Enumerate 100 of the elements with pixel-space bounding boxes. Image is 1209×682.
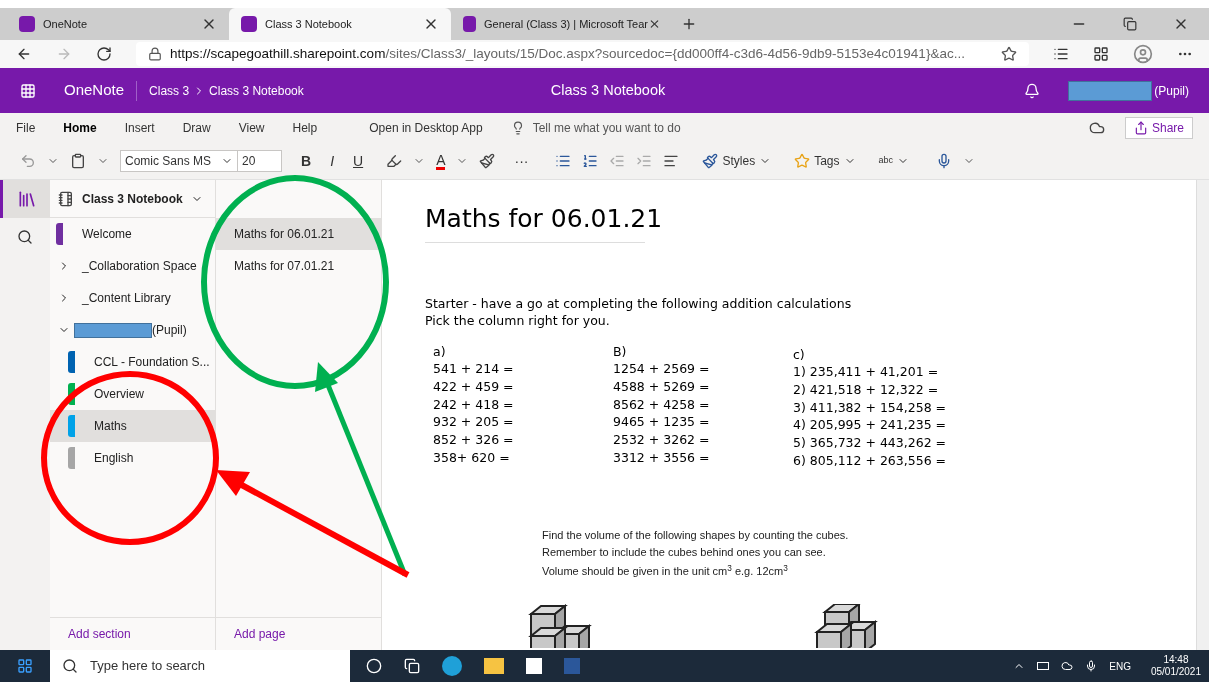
sum-text: 4588 + 5269 = <box>613 377 711 396</box>
sum-text: 2) 421,518 + 12,322 = <box>793 380 940 399</box>
column-heading: a) <box>433 342 447 361</box>
undo-icon <box>20 153 36 169</box>
bold-button[interactable]: B <box>301 150 312 172</box>
share-icon <box>1133 121 1148 135</box>
app-logo-icon <box>241 16 257 32</box>
section-item[interactable]: CCL - Foundation S... <box>50 346 215 378</box>
bell-icon <box>1024 82 1041 99</box>
section-item[interactable]: Welcome <box>50 218 215 250</box>
search-placeholder: Type here to search <box>90 657 205 676</box>
section-group[interactable]: _Content Library <box>50 282 215 314</box>
browser-tab[interactable]: Class 3 Notebook <box>229 8 451 40</box>
ribbon-tab[interactable]: File <box>16 119 36 137</box>
back-icon <box>16 46 32 62</box>
sum-text: 2532 + 3262 = <box>613 431 711 449</box>
ribbon-tab[interactable]: View <box>238 119 265 137</box>
sum-text: 9465 + 1235 = <box>613 413 711 431</box>
notebook-icon <box>58 190 74 207</box>
ribbon-tab[interactable]: Insert <box>124 119 155 137</box>
tags-button[interactable]: Tags <box>794 152 856 170</box>
taskbar-search-field[interactable]: Type here to search <box>50 650 350 682</box>
font-field[interactable]: Comic Sans MS <box>120 150 238 172</box>
lock-icon <box>148 47 162 61</box>
instruction-text: Volume should be given in the unit cm$^{3}$ e.g. 12cm$^{3}$ <box>542 563 789 580</box>
instruction-text: Starter - have a go at completing the following addition calculations <box>425 294 853 312</box>
section-item[interactable]: Maths <box>50 410 215 442</box>
instruction-text: Find the volume of the following shapes by counting the cubes. <box>542 528 850 544</box>
ribbon-tab[interactable]: Help <box>292 119 318 137</box>
sum-text: 6) 805,112 + 263,556 = <box>793 451 947 470</box>
styles-button[interactable]: Styles <box>702 152 772 170</box>
section-group[interactable]: (Pupil) <box>50 314 215 346</box>
section-item[interactable]: Overview <box>50 378 215 410</box>
sum-text: 3) 411,382 + 154,258 = <box>793 398 947 417</box>
sum-text: 422 + 459 = <box>433 377 515 396</box>
sum-text: 1) 235,411 + 41,201 = <box>793 363 940 381</box>
align-icon <box>663 153 680 169</box>
brush-icon <box>702 153 719 169</box>
highlighter-icon <box>386 153 403 169</box>
sum-text: 3312 + 3556 = <box>613 448 711 467</box>
sum-text: 358+ 620 = <box>433 448 511 467</box>
numbering-icon <box>582 153 599 169</box>
scrollbar[interactable] <box>1196 180 1209 650</box>
battery-icon <box>1037 662 1050 670</box>
collections-icon <box>1093 46 1109 62</box>
url-host: https://scapegoathill.sharepoint.com <box>170 44 386 63</box>
sum-text: 4) 205,995 + 241,235 = <box>793 416 947 434</box>
restore-icon[interactable] <box>1123 17 1137 31</box>
instruction-text: Pick the column right for you. <box>425 311 611 329</box>
browser-tab[interactable]: General (Class 3) | Microsoft Tear <box>451 8 673 40</box>
page-title: Maths for 06.01.21 <box>425 204 663 233</box>
address-bar[interactable]: https://scapegoathill.sharepoint.com/sites/Class3/_layouts/15/Doc.aspx?sourcedoc={dd000ff4-c3d6-4d56-9db9-5153e4c01941}&ac... <box>136 42 1029 66</box>
sum-text: 852 + 326 = <box>433 431 515 449</box>
profile-icon <box>1133 44 1153 64</box>
app-logo-icon <box>19 16 35 32</box>
column-heading: B) <box>613 342 628 361</box>
page-item[interactable]: Maths for 07.01.21 <box>216 250 381 282</box>
clock-date: 05/01/2021 <box>1150 666 1201 678</box>
add-page-link[interactable]: Add page <box>234 625 286 643</box>
tell-me-field[interactable]: Tell me what you want to do <box>510 119 681 137</box>
task-view-icon <box>366 658 382 674</box>
breadcrumb-link[interactable]: Class 3 Notebook <box>209 81 304 100</box>
favorites-icon <box>1053 46 1069 62</box>
app-launcher-icon <box>20 82 36 99</box>
sum-text: 932 + 205 = <box>433 413 515 431</box>
app-name[interactable]: OneNote <box>64 79 125 102</box>
share-button[interactable]: Share <box>1124 117 1193 139</box>
add-section-link[interactable]: Add section <box>68 625 131 643</box>
ribbon-tab[interactable]: Home <box>63 119 97 137</box>
underline-button[interactable]: U <box>353 150 364 172</box>
clock-time: 14:48 <box>1163 654 1189 666</box>
ribbon-tab[interactable]: Draw <box>182 119 211 137</box>
section-group[interactable]: _Collaboration Space <box>50 250 215 282</box>
url-path: /sites/Class3/_layouts/15/Doc.aspx?sourcedoc={dd000ff4-c3d6-4d56-9db9-5153e4c01941}&ac... <box>385 44 966 63</box>
open-desktop-button[interactable]: Open in Desktop App <box>369 119 483 137</box>
browser-tab[interactable]: OneNote <box>7 8 229 40</box>
app-logo-icon <box>463 16 476 32</box>
instruction-text: Remember to include the cubes behind ones you can see. <box>542 545 827 561</box>
more-button[interactable]: ··· <box>514 150 529 172</box>
sum-text: 541 + 214 = <box>433 360 515 378</box>
font-size-field[interactable]: 20 <box>238 150 282 172</box>
italic-button[interactable]: I <box>330 150 334 172</box>
sum-text: 242 + 418 = <box>433 395 515 414</box>
indent-icon <box>636 153 653 169</box>
language-indicator[interactable]: ENG <box>1109 658 1131 674</box>
page-item[interactable]: Maths for 06.01.21 <box>216 218 381 250</box>
notebook-picker[interactable]: Class 3 Notebook <box>50 180 215 218</box>
timeline-icon <box>404 658 420 674</box>
section-item[interactable]: English <box>50 442 215 474</box>
spelling-button[interactable]: abc <box>878 154 910 168</box>
notebooks-button[interactable] <box>0 180 50 218</box>
column-heading: c) <box>793 345 806 364</box>
user-name[interactable]: (Pupil) <box>1154 81 1189 100</box>
breadcrumb-link[interactable]: Class 3 <box>149 81 190 100</box>
forward-icon <box>56 46 72 62</box>
star-icon <box>794 153 811 169</box>
format-painter-icon <box>479 153 496 169</box>
sum-text: 1254 + 2569 = <box>613 360 711 378</box>
star-icon <box>1001 46 1017 62</box>
new-tab-icon[interactable] <box>681 16 697 32</box>
